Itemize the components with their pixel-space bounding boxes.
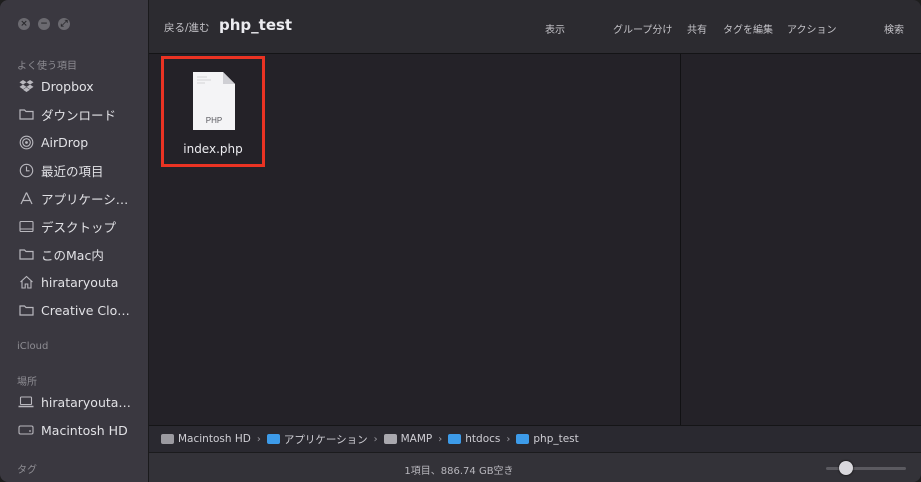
path-item-macintosh-hd[interactable]: Macintosh HD (161, 433, 251, 445)
applications-icon (18, 190, 34, 206)
airdrop-icon (18, 134, 34, 150)
path-item-applications[interactable]: アプリケーション (266, 432, 368, 447)
action-button[interactable]: アクション (787, 21, 837, 36)
path-item-htdocs[interactable]: htdocs (448, 433, 500, 445)
column-divider[interactable] (680, 54, 681, 425)
sidebar-item-laptop[interactable]: hirataryouta… (0, 389, 148, 415)
chevron-right-icon: › (373, 433, 378, 445)
back-forward-button[interactable]: 戻る/進む (164, 20, 210, 35)
zoom-icon[interactable]: ⤢ (58, 18, 70, 30)
sidebar-item-home[interactable]: hirataryouta (0, 269, 148, 295)
sidebar-item-creative-cloud[interactable]: Creative Clo… (0, 297, 148, 323)
sidebar-item-label: このMac内 (41, 247, 104, 263)
share-button[interactable]: 共有 (687, 21, 707, 36)
sidebar-item-dropbox[interactable]: Dropbox (0, 73, 148, 99)
chevron-right-icon: › (256, 433, 261, 445)
file-type-label: PHP (206, 116, 222, 125)
sidebar-item-desktop[interactable]: デスクトップ (0, 213, 148, 239)
folder-icon (18, 302, 34, 318)
folder-icon (266, 434, 280, 444)
file-name: index.php (183, 142, 243, 156)
group-button[interactable]: グループ分け (613, 21, 672, 36)
window-controls: × − ⤢ (18, 18, 70, 30)
status-text: 1項目、886.74 GB空き (404, 466, 514, 477)
sidebar-item-applications[interactable]: アプリケーシ… (0, 185, 148, 211)
path-item-label: アプリケーション (283, 433, 368, 446)
icon-size-slider[interactable] (826, 461, 906, 475)
path-item-label: MAMP (400, 433, 433, 445)
path-item-label: htdocs (465, 433, 501, 445)
close-icon[interactable]: × (18, 18, 30, 30)
folder-icon (383, 434, 397, 444)
sidebar-item-macintosh-hd[interactable]: Macintosh HD (0, 417, 148, 443)
file-item-index-php[interactable]: PHP index.php (161, 56, 265, 167)
clock-icon (18, 162, 34, 178)
view-button[interactable]: 表示 (545, 21, 565, 36)
home-icon (18, 274, 34, 290)
sidebar-item-label: hirataryouta (41, 274, 119, 290)
sidebar-item-label: ダウンロード (41, 107, 117, 123)
sidebar: × − ⤢ よく使う項目 Dropbox ダウンロード AirDrop 最近の項… (0, 0, 149, 482)
icloud-label: iCloud (17, 341, 49, 352)
hard-drive-icon (161, 434, 174, 444)
path-item-label: php_test (533, 433, 579, 445)
path-item-label: Macintosh HD (178, 433, 251, 445)
search-button[interactable]: 検索 (884, 21, 904, 36)
favorites-label: よく使う項目 (17, 61, 77, 72)
path-item-mamp[interactable]: MAMP (383, 433, 433, 445)
sidebar-item-this-mac[interactable]: このMac内 (0, 241, 148, 267)
chevron-right-icon: › (506, 433, 511, 445)
locations-label: 場所 (17, 377, 37, 388)
sidebar-item-label: Dropbox (41, 78, 94, 94)
sidebar-item-label: アプリケーシ… (41, 191, 129, 207)
php-file-icon: PHP (193, 72, 235, 130)
sidebar-item-recents[interactable]: 最近の項目 (0, 157, 148, 183)
chevron-right-icon: › (438, 433, 443, 445)
tags-label: タグ (17, 465, 37, 476)
sidebar-item-label: デスクトップ (41, 219, 117, 235)
path-bar: Macintosh HD › アプリケーション › MAMP › htdocs … (149, 425, 921, 452)
hard-drive-icon (18, 422, 34, 438)
desktop-icon (18, 218, 34, 234)
folder-icon (18, 246, 34, 262)
folder-icon (448, 434, 462, 444)
file-browser: PHP index.php (149, 54, 921, 425)
sidebar-item-airdrop[interactable]: AirDrop (0, 129, 148, 155)
finder-window: × − ⤢ よく使う項目 Dropbox ダウンロード AirDrop 最近の項… (0, 0, 921, 482)
sidebar-item-label: AirDrop (41, 134, 89, 150)
sidebar-item-label: 最近の項目 (41, 163, 104, 179)
path-item-php-test[interactable]: php_test (516, 433, 579, 445)
folder-icon (18, 106, 34, 122)
sidebar-item-label: hirataryouta… (41, 394, 131, 410)
edit-tags-button[interactable]: タグを編集 (723, 21, 773, 36)
window-title: php_test (219, 16, 293, 34)
sidebar-item-downloads[interactable]: ダウンロード (0, 101, 148, 127)
status-bar: 1項目、886.74 GB空き (149, 452, 921, 482)
laptop-icon (18, 394, 34, 410)
sidebar-item-label: Creative Clo… (41, 302, 130, 318)
dropbox-icon (18, 78, 34, 94)
slider-knob[interactable] (839, 461, 853, 475)
folder-icon (516, 434, 530, 444)
minimize-icon[interactable]: − (38, 18, 50, 30)
toolbar: 戻る/進む php_test 表示 グループ分け 共有 タグを編集 アクション … (149, 0, 921, 54)
sidebar-item-label: Macintosh HD (41, 422, 128, 438)
